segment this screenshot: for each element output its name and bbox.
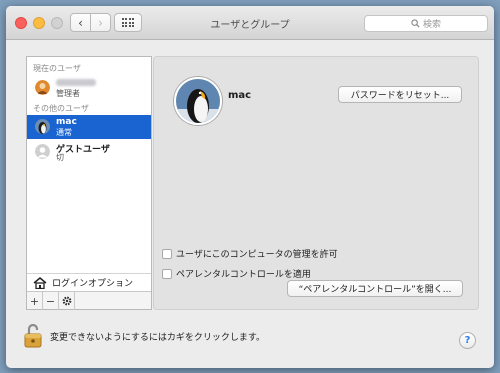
login-options-label: ログインオプション: [52, 279, 134, 289]
allow-admin-checkbox[interactable]: [162, 248, 172, 259]
add-user-button[interactable]: +: [27, 292, 43, 310]
selected-user-name: mac: [228, 90, 252, 101]
unlocked-padlock-icon[interactable]: [24, 324, 42, 348]
allow-admin-option[interactable]: ユーザにこのコンピュータの管理を許可: [162, 247, 338, 260]
current-user-avatar: [35, 80, 50, 95]
guest-user-icon: [35, 144, 50, 159]
user-row-mac[interactable]: mac 通常: [27, 115, 151, 139]
sidebar-toolbar: + −: [27, 291, 151, 310]
current-user-role: 管理者: [56, 89, 80, 98]
user-list-sidebar: 現在のユーザ 管理者 その他のユーザ mac 通常 ゲストユーザ 切 ログインオ…: [26, 56, 152, 310]
user-row-guest[interactable]: ゲストユーザ 切: [27, 140, 151, 164]
minus-icon: −: [45, 294, 56, 308]
question-mark-icon: ?: [464, 335, 471, 346]
redacted-user-name: [56, 79, 96, 86]
search-placeholder: 検索: [422, 20, 441, 30]
search-icon: [411, 19, 420, 28]
reset-password-button[interactable]: パスワードをリセット...: [338, 86, 462, 103]
user-role: 切: [56, 153, 64, 162]
lock-hint-text: 変更できないようにするにはカギをクリックします。: [50, 332, 266, 343]
current-user-header: 現在のユーザ: [33, 64, 81, 73]
other-users-header: その他のユーザ: [33, 104, 89, 113]
title-bar: ‹ › ユーザとグループ 検索: [6, 6, 494, 40]
current-user-row[interactable]: 管理者: [27, 76, 151, 100]
user-role: 通常: [56, 128, 72, 137]
parental-controls-checkbox[interactable]: [162, 268, 172, 279]
users-groups-window: ‹ › ユーザとグループ 検索 現在のユーザ 管理者 その他のユーザ mac 通…: [6, 6, 494, 368]
user-detail-panel: mac パスワードをリセット... ユーザにこのコンピュータの管理を許可 ペアレ…: [153, 56, 479, 310]
search-field[interactable]: 検索: [364, 15, 488, 32]
user-name: ゲストユーザ: [56, 145, 110, 155]
penguin-avatar: [35, 119, 50, 134]
open-parental-controls-button[interactable]: “ペアレンタルコントロール”を開く...: [287, 280, 463, 297]
login-options-item[interactable]: ログインオプション: [27, 273, 151, 291]
gear-icon: [62, 296, 71, 306]
remove-user-button[interactable]: −: [43, 292, 59, 310]
user-name: mac: [56, 117, 77, 127]
lock-area: 変更できないようにするにはカギをクリックします。: [24, 324, 265, 348]
parental-controls-option[interactable]: ペアレンタルコントロールを適用: [162, 267, 311, 280]
action-menu-button[interactable]: [59, 292, 75, 310]
house-icon: [33, 276, 47, 289]
allow-admin-label: ユーザにこのコンピュータの管理を許可: [176, 250, 338, 260]
plus-icon: +: [29, 294, 40, 308]
parental-controls-label: ペアレンタルコントロールを適用: [176, 270, 311, 280]
help-button[interactable]: ?: [459, 332, 476, 349]
user-picture[interactable]: [174, 77, 222, 125]
